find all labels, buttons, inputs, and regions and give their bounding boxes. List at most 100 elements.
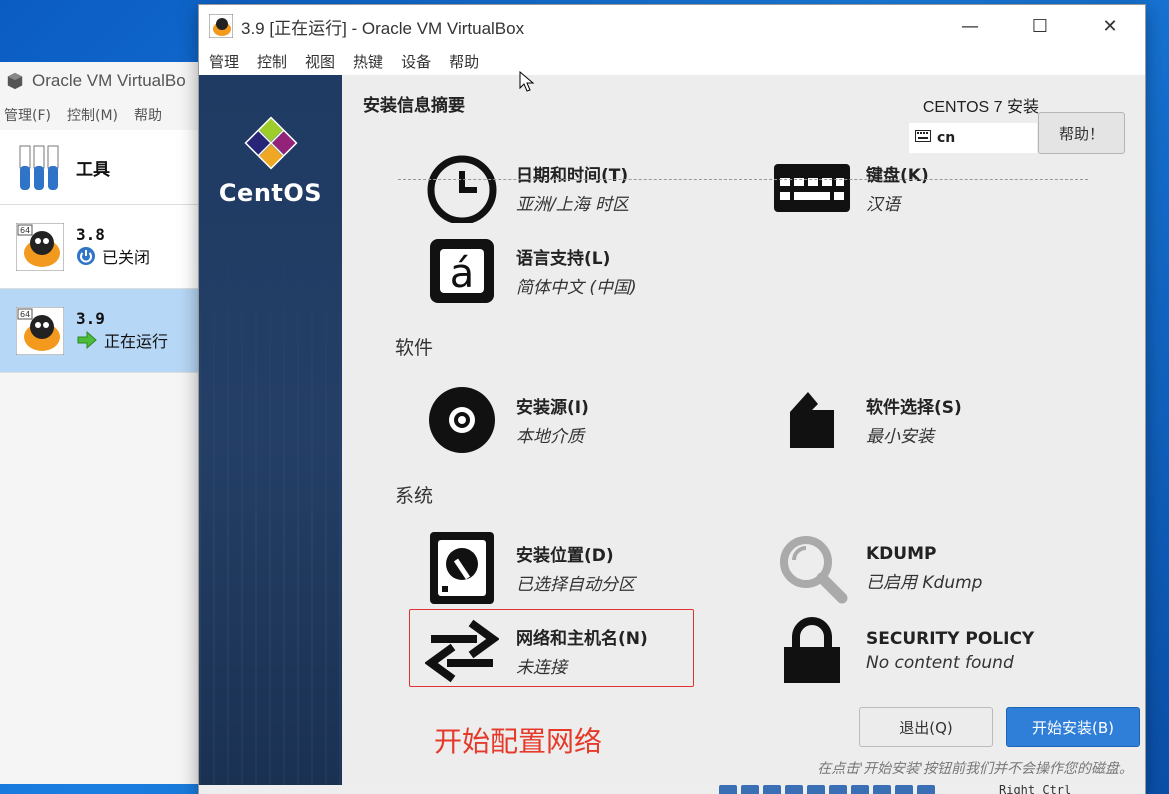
vm-window: 3.9 [正在运行] - Oracle VM VirtualBox — ☐ ✕ … [198,4,1146,794]
minimize-button[interactable]: — [935,5,1005,47]
menu-control[interactable]: 控制 [257,51,287,72]
menu-view[interactable]: 视图 [305,51,335,72]
centos-logo-icon [244,116,298,170]
language-icon: á [422,231,502,311]
disk-safety-note: 在点击'开始安装'按钮前我们并不会操作您的磁盘。 [817,761,1133,777]
vm-menubar: 管理 控制 视图 热键 设备 帮助 [199,47,1145,75]
tools-icon [19,145,59,190]
svg-text:64: 64 [20,310,30,319]
spoke-title: 软件选择(S) [866,398,962,418]
recording-status-icon[interactable] [873,785,891,794]
menu-manage[interactable]: 管理 [209,51,239,72]
vm-list-item-3-8[interactable]: 64 3.8 已关闭 [0,205,204,289]
tools-item[interactable]: 工具 [0,130,204,205]
spoke-date-time[interactable]: 日期和时间(T) 亚洲/上海 时区 [422,153,629,223]
spoke-keyboard[interactable]: 键盘(K) 汉语 [772,153,929,223]
help-button[interactable]: 帮助！ [1038,112,1125,154]
close-button[interactable]: ✕ [1075,5,1145,47]
menu-help[interactable]: 帮助 [449,51,479,72]
annotation-text: 开始配置网络 [434,725,603,758]
tools-label: 工具 [76,159,110,180]
usb-status-icon[interactable] [807,785,825,794]
guest-display[interactable]: CentOS 安装信息摘要 CENTOS 7 安装 cn 帮助！ 日期和时间(T… [199,75,1145,785]
menu-devices[interactable]: 设备 [401,51,431,72]
summary-title: 安装信息摘要 [363,96,465,116]
clock-icon [422,153,502,223]
display-status-icon[interactable] [851,785,869,794]
manager-titlebar: Oracle VM VirtualBo [0,62,204,100]
manager-menu-help[interactable]: 帮助 [134,105,162,125]
spoke-installation-source[interactable]: 安装源(I) 本地介质 [422,380,589,460]
menu-hotkey[interactable]: 热键 [353,51,383,72]
power-icon [76,246,96,266]
spoke-status: 已启用 Kdump [866,572,983,593]
spoke-status: 最小安装 [866,427,934,447]
host-key-label: Right Ctrl [999,785,1072,794]
spoke-software-selection[interactable]: 软件选择(S) 最小安装 [772,380,962,460]
vm-titlebar: 3.9 [正在运行] - Oracle VM VirtualBox — ☐ ✕ [199,5,1145,47]
keyboard-icon [772,153,852,223]
spoke-installation-destination[interactable]: 安装位置(D) 已选择自动分区 [422,528,635,608]
vm-state: 已关闭 [102,248,151,267]
virtualbox-logo-icon [7,72,23,90]
keyboard-small-icon [915,130,931,146]
spoke-security-policy[interactable]: SECURITY POLICY No content found [772,611,1034,691]
lock-icon [772,611,852,691]
package-icon [772,380,852,460]
running-arrow-icon [76,330,98,350]
spoke-title: 安装源(I) [516,398,589,418]
spoke-language-support[interactable]: á 语言支持(L) 简体中文 (中国) [422,231,637,311]
mouse-cursor-icon [519,71,535,92]
spoke-status: 简体中文 (中国) [516,278,637,298]
manager-menubar: 管理(F) 控制(M) 帮助 [0,100,204,130]
manager-title: Oracle VM VirtualBo [32,71,186,90]
spoke-title: 键盘(K) [866,166,929,186]
spoke-status: 本地介质 [516,427,584,447]
optical-status-icon[interactable] [741,785,759,794]
svg-text:64: 64 [20,226,30,235]
vm-name: 3.9 [76,309,105,328]
network-status-icon[interactable] [785,785,803,794]
spoke-title: KDUMP [866,543,937,564]
installer-sidebar: CentOS [199,75,342,785]
product-title: CENTOS 7 安装 [922,99,1039,116]
shared-folder-status-icon[interactable] [829,785,847,794]
section-system: 系统 [395,485,434,507]
scroll-fade-divider [398,179,1088,180]
spoke-kdump[interactable]: KDUMP 已启用 Kdump [772,528,982,608]
section-software: 软件 [395,337,434,359]
vm-state: 正在运行 [104,332,169,351]
linux-penguin-icon: 64 [15,222,65,271]
mouse-status-icon[interactable] [917,785,935,794]
begin-installation-button[interactable]: 开始安装(B) [1006,707,1140,747]
keyboard-layout-value: cn [937,130,956,146]
disc-icon [422,380,502,460]
network-highlight-box [409,609,694,687]
linux-penguin-icon: 64 [15,306,65,355]
harddisk-icon [422,528,502,608]
spoke-title: 日期和时间(T) [516,166,629,186]
maximize-button[interactable]: ☐ [1005,5,1075,47]
audio-status-icon[interactable] [763,785,781,794]
installation-summary: 安装信息摘要 CENTOS 7 安装 cn 帮助！ 日期和时间(T) 亚洲/上海… [342,75,1145,785]
spoke-status: 汉语 [866,195,900,215]
vm-statusbar: Right Ctrl [199,785,1145,794]
vm-window-title: 3.9 [正在运行] - Oracle VM VirtualBox [241,18,525,38]
kdump-search-icon [772,528,852,608]
spoke-title: 安装位置(D) [516,546,614,566]
cpu-status-icon[interactable] [895,785,913,794]
manager-menu-control[interactable]: 控制(M) [67,105,118,125]
quit-button[interactable]: 退出(Q) [859,707,993,747]
spoke-title: 语言支持(L) [516,249,611,269]
spoke-status: 已选择自动分区 [516,575,635,595]
svg-text:á: á [450,251,475,297]
vm-list-item-3-9[interactable]: 64 3.9 正在运行 [0,289,204,373]
device-status-icons [719,785,935,794]
vm-name: 3.8 [76,225,105,244]
spoke-status: 亚洲/上海 时区 [516,195,630,215]
manager-menu-manage[interactable]: 管理(F) [4,105,51,125]
virtualbox-manager-window: Oracle VM VirtualBo 管理(F) 控制(M) 帮助 工具 64 [0,62,205,784]
hdd-status-icon[interactable] [719,785,737,794]
keyboard-layout-indicator[interactable]: cn [909,123,1037,153]
spoke-status: No content found [866,653,1014,673]
